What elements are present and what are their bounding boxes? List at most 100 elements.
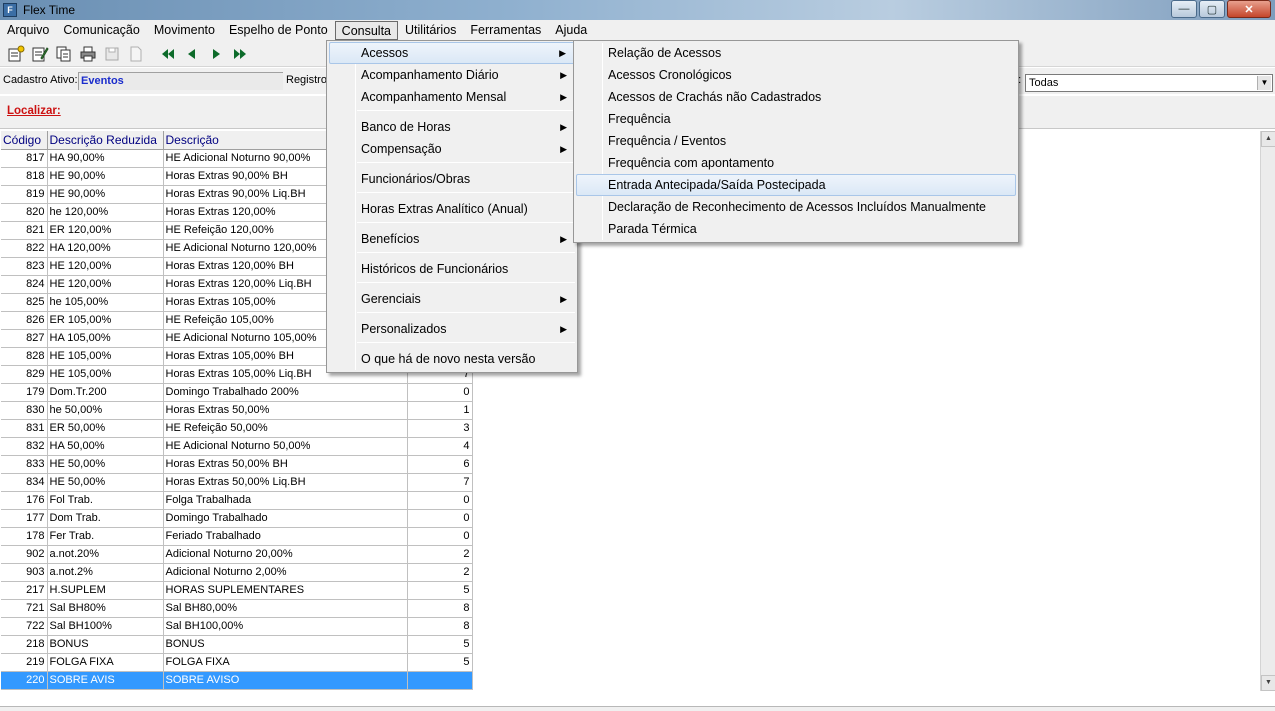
consulta-menu-item[interactable]: Funcionários/Obras: [329, 168, 575, 190]
cell-codigo[interactable]: 722: [1, 617, 48, 636]
cell-descricao-reduzida[interactable]: HE 50,00%: [47, 473, 164, 492]
cell-codigo[interactable]: 821: [1, 221, 48, 240]
cell-descricao[interactable]: Horas Extras 50,00%: [163, 401, 408, 420]
cell-codigo[interactable]: 822: [1, 239, 48, 258]
save-icon[interactable]: [100, 43, 124, 65]
scroll-down-icon[interactable]: ▼: [1261, 675, 1275, 691]
table-row[interactable]: 832 HA 50,00% HE Adicional Noturno 50,00% 4: [1, 437, 473, 456]
acessos-menu-item[interactable]: Frequência com apontamento: [576, 152, 1016, 174]
cell-descricao-reduzida[interactable]: HE 90,00%: [47, 185, 164, 204]
cell-value[interactable]: 5: [407, 653, 473, 672]
cell-value[interactable]: 5: [407, 635, 473, 654]
copy-record-icon[interactable]: [52, 43, 76, 65]
table-row[interactable]: 220 SOBRE AVIS SOBRE AVISO: [1, 671, 473, 690]
maximize-button[interactable]: ▢: [1199, 0, 1225, 18]
menu-movimento[interactable]: Movimento: [147, 21, 222, 40]
last-record-icon[interactable]: [228, 43, 252, 65]
cell-descricao-reduzida[interactable]: a.not.2%: [47, 563, 164, 582]
cell-descricao-reduzida[interactable]: HE 120,00%: [47, 275, 164, 294]
cell-value[interactable]: 5: [407, 581, 473, 600]
cell-descricao[interactable]: SOBRE AVISO: [163, 671, 408, 690]
acessos-menu-item[interactable]: Frequência / Eventos: [576, 130, 1016, 152]
find-label[interactable]: Localizar:: [7, 105, 61, 117]
print-icon[interactable]: [76, 43, 100, 65]
cell-descricao-reduzida[interactable]: HA 90,00%: [47, 149, 164, 168]
cell-descricao[interactable]: Folga Trabalhada: [163, 491, 408, 510]
consulta-menu-item[interactable]: O que há de novo nesta versão: [329, 348, 575, 370]
cell-codigo[interactable]: 820: [1, 203, 48, 222]
cell-codigo[interactable]: 834: [1, 473, 48, 492]
cell-descricao-reduzida[interactable]: HA 50,00%: [47, 437, 164, 456]
table-row[interactable]: 217 H.SUPLEM HORAS SUPLEMENTARES 5: [1, 581, 473, 600]
cell-descricao-reduzida[interactable]: Dom Trab.: [47, 509, 164, 528]
cell-descricao[interactable]: Adicional Noturno 20,00%: [163, 545, 408, 564]
cell-descricao-reduzida[interactable]: ER 120,00%: [47, 221, 164, 240]
cell-codigo[interactable]: 829: [1, 365, 48, 384]
new-record-icon[interactable]: [4, 43, 28, 65]
cell-codigo[interactable]: 176: [1, 491, 48, 510]
acessos-menu-item[interactable]: Declaração de Reconhecimento de Acessos …: [576, 196, 1016, 218]
table-row[interactable]: 833 HE 50,00% Horas Extras 50,00% BH 6: [1, 455, 473, 474]
table-row[interactable]: 219 FOLGA FIXA FOLGA FIXA 5: [1, 653, 473, 672]
close-button[interactable]: ✕: [1227, 0, 1271, 18]
chevron-down-icon[interactable]: ▼: [1257, 76, 1271, 90]
cell-codigo[interactable]: 833: [1, 455, 48, 474]
cell-descricao[interactable]: Horas Extras 50,00% Liq.BH: [163, 473, 408, 492]
table-row[interactable]: 176 Fol Trab. Folga Trabalhada 0: [1, 491, 473, 510]
cell-descricao-reduzida[interactable]: H.SUPLEM: [47, 581, 164, 600]
cell-codigo[interactable]: 825: [1, 293, 48, 312]
cell-descricao-reduzida[interactable]: Sal BH80%: [47, 599, 164, 618]
cell-codigo[interactable]: 179: [1, 383, 48, 402]
table-row[interactable]: 178 Fer Trab. Feriado Trabalhado 0: [1, 527, 473, 546]
cell-value[interactable]: 0: [407, 491, 473, 510]
cell-descricao-reduzida[interactable]: HA 105,00%: [47, 329, 164, 348]
cell-codigo[interactable]: 178: [1, 527, 48, 546]
table-row[interactable]: 218 BONUS BONUS 5: [1, 635, 473, 654]
cell-value[interactable]: 8: [407, 617, 473, 636]
cell-codigo[interactable]: 827: [1, 329, 48, 348]
cell-codigo[interactable]: 832: [1, 437, 48, 456]
menu-arquivo[interactable]: Arquivo: [0, 21, 56, 40]
cell-descricao[interactable]: Feriado Trabalhado: [163, 527, 408, 546]
cell-value[interactable]: 0: [407, 383, 473, 402]
cell-descricao[interactable]: HORAS SUPLEMENTARES: [163, 581, 408, 600]
cell-descricao[interactable]: FOLGA FIXA: [163, 653, 408, 672]
cell-value[interactable]: 7: [407, 473, 473, 492]
vertical-scrollbar[interactable]: ▲ ▼: [1260, 131, 1275, 691]
cell-codigo[interactable]: 902: [1, 545, 48, 564]
table-row[interactable]: 834 HE 50,00% Horas Extras 50,00% Liq.BH 7: [1, 473, 473, 492]
cell-descricao-reduzida[interactable]: HA 120,00%: [47, 239, 164, 258]
consulta-menu-item[interactable]: Benefícios ▶: [329, 228, 575, 250]
consulta-menu-item[interactable]: Compensação ▶: [329, 138, 575, 160]
cell-descricao[interactable]: Sal BH100,00%: [163, 617, 408, 636]
cell-value[interactable]: [407, 671, 473, 690]
cell-descricao-reduzida[interactable]: a.not.20%: [47, 545, 164, 564]
table-row[interactable]: 902 a.not.20% Adicional Noturno 20,00% 2: [1, 545, 473, 564]
cell-descricao-reduzida[interactable]: SOBRE AVIS: [47, 671, 164, 690]
cell-value[interactable]: 0: [407, 509, 473, 528]
cell-codigo[interactable]: 218: [1, 635, 48, 654]
cell-descricao-reduzida[interactable]: FOLGA FIXA: [47, 653, 164, 672]
cell-descricao-reduzida[interactable]: ER 105,00%: [47, 311, 164, 330]
acessos-menu-item[interactable]: Relação de Acessos: [576, 42, 1016, 64]
acessos-menu-item[interactable]: Frequência: [576, 108, 1016, 130]
cell-value[interactable]: 4: [407, 437, 473, 456]
cell-codigo[interactable]: 828: [1, 347, 48, 366]
cell-descricao-reduzida[interactable]: HE 90,00%: [47, 167, 164, 186]
cell-codigo[interactable]: 824: [1, 275, 48, 294]
cell-descricao-reduzida[interactable]: HE 50,00%: [47, 455, 164, 474]
cell-descricao-reduzida[interactable]: Fol Trab.: [47, 491, 164, 510]
cell-descricao-reduzida[interactable]: he 50,00%: [47, 401, 164, 420]
menu-espelho-de-ponto[interactable]: Espelho de Ponto: [222, 21, 335, 40]
cell-descricao-reduzida[interactable]: he 120,00%: [47, 203, 164, 222]
cell-descricao[interactable]: Sal BH80,00%: [163, 599, 408, 618]
cell-descricao[interactable]: HE Adicional Noturno 50,00%: [163, 437, 408, 456]
table-row[interactable]: 721 Sal BH80% Sal BH80,00% 8: [1, 599, 473, 618]
cell-descricao[interactable]: Adicional Noturno 2,00%: [163, 563, 408, 582]
column-header-descricao-reduzida[interactable]: Descrição Reduzida: [47, 131, 164, 150]
cell-descricao[interactable]: Domingo Trabalhado 200%: [163, 383, 408, 402]
cell-value[interactable]: 2: [407, 545, 473, 564]
cell-descricao-reduzida[interactable]: HE 105,00%: [47, 365, 164, 384]
cell-codigo[interactable]: 721: [1, 599, 48, 618]
table-row[interactable]: 831 ER 50,00% HE Refeição 50,00% 3: [1, 419, 473, 438]
